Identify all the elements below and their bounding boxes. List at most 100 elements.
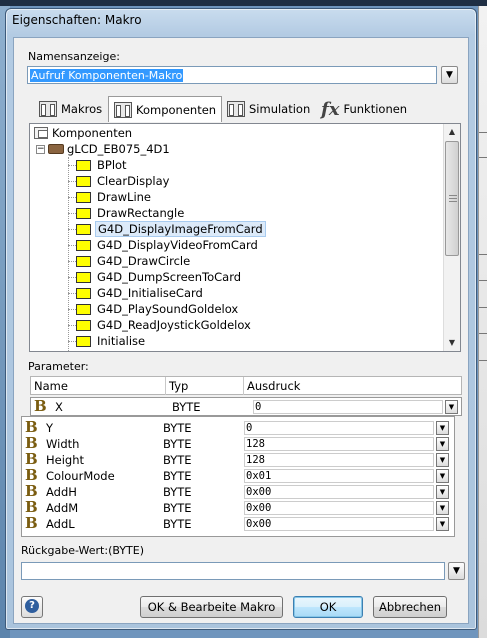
background-app-strip: [478, 6, 487, 638]
table-row[interactable]: B Y BYTE 0 ▼: [22, 419, 454, 436]
tree-item[interactable]: G4D_DrawCircle: [68, 253, 192, 269]
chevron-down-icon[interactable]: ▼: [436, 437, 449, 451]
tree-item-label: G4D_DrawCircle: [97, 254, 191, 268]
tab-makros-label: Makros: [61, 102, 103, 116]
name-display-value: Aufruf Komponenten-Makro: [30, 69, 184, 82]
name-display-input[interactable]: Aufruf Komponenten-Makro: [27, 66, 437, 84]
return-value-label: Rückgabe-Wert:(BYTE): [21, 544, 144, 557]
components-tree[interactable]: Komponenten − gLCD_EB075_4D1 BPlot ClearD…: [29, 123, 461, 352]
return-value-input[interactable]: [21, 562, 445, 580]
param-expression-input[interactable]: 0x00: [244, 501, 434, 515]
chevron-down-icon[interactable]: ▼: [436, 421, 449, 435]
column-name[interactable]: Name: [34, 379, 68, 393]
chevron-down-icon[interactable]: ▼: [436, 517, 449, 531]
macro-icon: [76, 303, 91, 315]
param-expression-input[interactable]: 0x00: [244, 517, 434, 531]
param-expression-input[interactable]: 128: [244, 437, 434, 451]
param-type: BYTE: [163, 453, 192, 467]
collapse-icon[interactable]: −: [36, 144, 45, 154]
table-row[interactable]: B ColourMode BYTE 0x01 ▼: [22, 466, 454, 484]
macro-icon: [76, 175, 91, 187]
column-expression[interactable]: Ausdruck: [247, 379, 300, 393]
byte-type-icon: B: [25, 498, 38, 516]
byte-type-icon: B: [34, 397, 47, 415]
tab-funktionen[interactable]: fx Funktionen: [316, 97, 412, 121]
chevron-down-icon[interactable]: ▼: [445, 400, 458, 414]
tab-komponenten-label: Komponenten: [136, 102, 217, 117]
tree-item[interactable]: BPlot: [68, 157, 129, 173]
tree-item-label: BPlot: [97, 158, 127, 172]
name-display-dropdown-button[interactable]: ▼: [441, 66, 458, 84]
chevron-down-icon[interactable]: ▼: [436, 469, 449, 483]
cancel-button[interactable]: Abbrechen: [373, 596, 447, 618]
parameters-label: Parameter:: [28, 360, 89, 373]
table-row[interactable]: B X BYTE 0 ▼: [31, 397, 461, 415]
tree-scrollbar[interactable]: ▲ ▼: [443, 124, 460, 351]
byte-type-icon: B: [25, 450, 38, 468]
byte-type-icon: B: [25, 434, 38, 452]
chevron-down-icon[interactable]: ▼: [436, 453, 449, 467]
tree-node-component[interactable]: − gLCD_EB075_4D1: [36, 142, 170, 156]
tree-item-label: Initialise: [97, 334, 146, 348]
macro-icon: [76, 335, 91, 347]
window-title: Eigenschaften: Makro: [12, 13, 142, 27]
tree-item[interactable]: G4D_DumpScreenToCard: [68, 269, 243, 285]
tree-item-label: G4D_ReadJoystickGoldelox: [97, 318, 251, 332]
tree-item[interactable]: G4D_PlaySoundGoldelox: [68, 301, 240, 317]
param-expression-input[interactable]: 0: [253, 400, 443, 414]
tree-item[interactable]: G4D_DisplayImageFromCard: [68, 221, 266, 237]
tree-item[interactable]: G4D_DisplayVideoFromCard: [68, 237, 260, 253]
tree-item[interactable]: Initialise: [68, 333, 147, 349]
tree-item[interactable]: Plot: [68, 349, 121, 351]
tree-root-label: Komponenten: [52, 126, 133, 140]
tree-item[interactable]: ClearDisplay: [68, 173, 171, 189]
param-name: ColourMode: [46, 469, 115, 483]
param-type: BYTE: [163, 421, 192, 435]
chevron-down-icon[interactable]: ▼: [436, 501, 449, 515]
tab-makros[interactable]: Makros: [34, 97, 107, 121]
components-root-icon: [34, 127, 48, 139]
tree-item[interactable]: DrawRectangle: [68, 205, 186, 221]
ok-edit-macro-button[interactable]: OK & Bearbeite Makro: [140, 596, 283, 618]
components-tab-icon: [114, 101, 132, 118]
tree-item-label: DrawRectangle: [97, 206, 185, 220]
param-type: BYTE: [163, 469, 192, 483]
param-expression-input[interactable]: 0: [244, 421, 434, 435]
macro-icon: [76, 271, 91, 283]
tree-item[interactable]: G4D_InitialiseCard: [68, 285, 205, 301]
parameter-row-first[interactable]: B X BYTE 0 ▼: [30, 397, 462, 416]
scroll-down-icon[interactable]: ▼: [444, 335, 460, 351]
param-name: AddL: [46, 517, 75, 531]
scroll-up-icon[interactable]: ▲: [444, 124, 460, 140]
help-icon: ?: [25, 599, 39, 613]
table-row[interactable]: B Height BYTE 128 ▼: [22, 450, 454, 468]
ok-button[interactable]: OK: [293, 596, 363, 618]
table-row[interactable]: B AddH BYTE 0x00 ▼: [22, 483, 454, 500]
param-expression-input[interactable]: 128: [244, 453, 434, 467]
param-name: X: [55, 400, 63, 414]
column-type[interactable]: Typ: [169, 379, 188, 393]
table-row[interactable]: B AddL BYTE 0x00 ▼: [22, 514, 454, 532]
tab-komponenten[interactable]: Komponenten: [108, 96, 223, 122]
tree-item-label: Plot: [95, 350, 121, 351]
macro-icon: [76, 207, 91, 219]
scroll-thumb[interactable]: [445, 141, 459, 256]
byte-type-icon: B: [25, 466, 38, 484]
tree-item[interactable]: DrawLine: [68, 189, 153, 205]
return-value-dropdown-button[interactable]: ▼: [448, 562, 465, 580]
table-row[interactable]: B AddM BYTE 0x00 ▼: [22, 498, 454, 516]
tree-item[interactable]: G4D_ReadJoystickGoldelox: [68, 317, 253, 333]
macro-tab-icon: [39, 101, 57, 117]
byte-type-icon: B: [25, 514, 38, 532]
param-expression-input[interactable]: 0x00: [244, 485, 434, 499]
tab-simulation[interactable]: Simulation: [222, 97, 315, 121]
table-row[interactable]: B Width BYTE 128 ▼: [22, 434, 454, 452]
macro-icon: [76, 255, 91, 267]
tree-root[interactable]: Komponenten: [34, 126, 132, 140]
simulation-tab-icon: [227, 101, 245, 117]
help-button[interactable]: ?: [21, 596, 43, 618]
tree-item-label: G4D_DumpScreenToCard: [97, 270, 242, 284]
chevron-down-icon[interactable]: ▼: [436, 485, 449, 499]
param-name: Width: [46, 437, 80, 451]
param-expression-input[interactable]: 0x01: [244, 469, 434, 483]
